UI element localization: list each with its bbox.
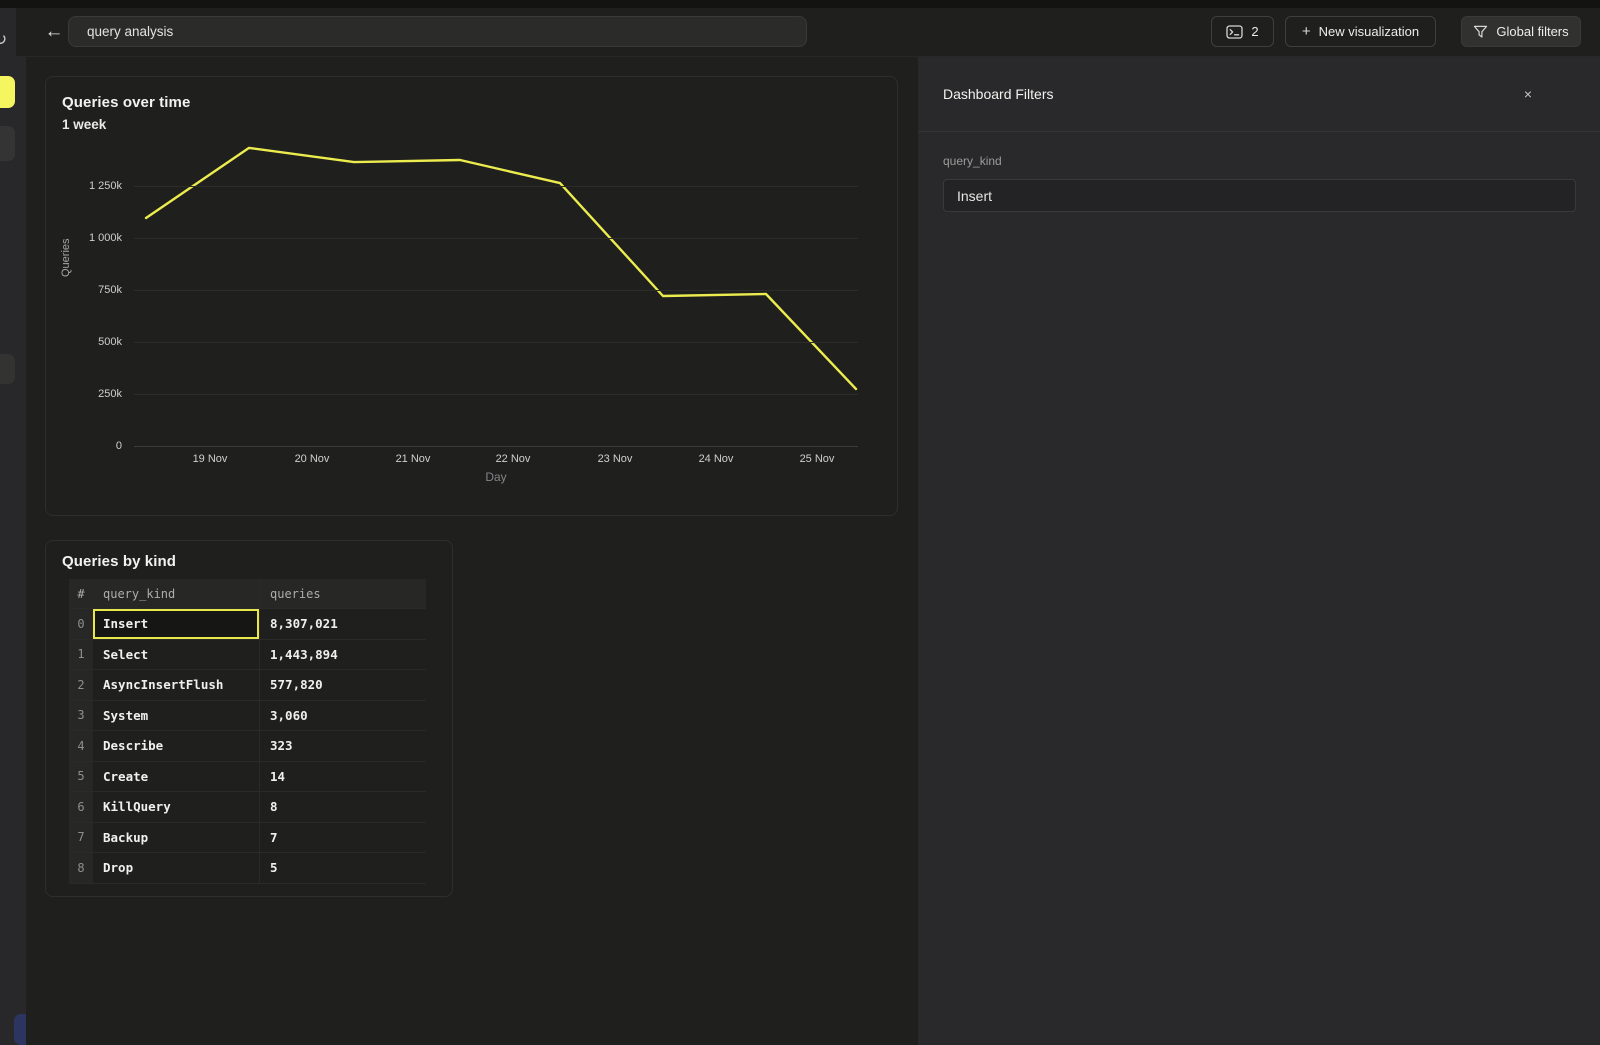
console-icon xyxy=(1226,25,1243,39)
queries-line-series xyxy=(146,148,856,389)
column-header-index: # xyxy=(69,579,93,608)
table-row: 3System3,060 xyxy=(69,701,426,732)
close-panel-button[interactable]: × xyxy=(1518,84,1538,104)
query-kind-filter-input[interactable] xyxy=(943,179,1576,212)
console-queries-button[interactable]: 2 xyxy=(1211,16,1274,47)
row-index-cell: 7 xyxy=(69,823,93,853)
row-index-cell: 2 xyxy=(69,670,93,700)
table-row: 7Backup7 xyxy=(69,823,426,854)
left-sidebar-rail: ↻ xyxy=(0,8,26,1045)
row-index-cell: 1 xyxy=(69,640,93,670)
chart-plot-area[interactable] xyxy=(134,126,858,446)
sidebar-item[interactable] xyxy=(0,354,15,384)
x-axis-baseline xyxy=(134,446,858,447)
x-tick-label: 23 Nov xyxy=(580,453,650,465)
column-header-queries: queries xyxy=(259,579,426,608)
new-visualization-button[interactable]: + New visualization xyxy=(1285,16,1436,47)
table-row: 4Describe323 xyxy=(69,731,426,762)
filter-field-label: query_kind xyxy=(943,154,1002,168)
table-row: 6KillQuery8 xyxy=(69,792,426,823)
top-toolbar: ← 2 + New visualization Global filters xyxy=(16,8,1600,57)
query-kind-cell[interactable]: AsyncInsertFlush xyxy=(93,670,259,700)
sidebar-item-bottom[interactable] xyxy=(14,1014,26,1045)
query-kind-cell[interactable]: Describe xyxy=(93,731,259,761)
dashboard-title-input[interactable] xyxy=(68,16,807,47)
y-tick-label: 1 250k xyxy=(52,180,122,192)
y-gridline xyxy=(134,394,858,395)
global-filters-label: Global filters xyxy=(1496,24,1568,39)
row-index-cell: 4 xyxy=(69,731,93,761)
filters-panel-title: Dashboard Filters xyxy=(943,86,1054,102)
x-tick-label: 21 Nov xyxy=(378,453,448,465)
y-tick-label: 250k xyxy=(52,388,122,400)
dashboard-filters-panel: Dashboard Filters × query_kind xyxy=(918,57,1600,1045)
back-arrow-icon: ← xyxy=(45,21,64,43)
dashboard-canvas: Queries over time 1 week 1 250k1 000k750… xyxy=(26,57,918,1045)
panel-divider xyxy=(918,131,1600,132)
table-header-row: # query_kind queries xyxy=(69,579,426,609)
table-row: 1Select1,443,894 xyxy=(69,640,426,671)
queries-over-time-card: Queries over time 1 week 1 250k1 000k750… xyxy=(45,76,898,516)
query-kind-cell[interactable]: Drop xyxy=(93,853,259,883)
queries-table: # query_kind queries 0Insert8,307,0211Se… xyxy=(69,579,426,884)
global-filters-button[interactable]: Global filters xyxy=(1461,16,1581,47)
y-gridline xyxy=(134,342,858,343)
chart-x-axis: 19 Nov 20 Nov 21 Nov 22 Nov 23 Nov 24 Nov 25 N… xyxy=(134,453,858,469)
y-gridline xyxy=(134,186,858,187)
table-row: 5Create14 xyxy=(69,762,426,793)
table-row: 0Insert8,307,021 xyxy=(69,609,426,640)
query-kind-cell[interactable]: KillQuery xyxy=(93,792,259,822)
table-row: 8Drop5 xyxy=(69,853,426,884)
x-tick-label: 25 Nov xyxy=(782,453,852,465)
queries-value-cell[interactable]: 577,820 xyxy=(259,670,426,700)
column-header-query-kind: query_kind xyxy=(93,579,259,608)
table-row: 2AsyncInsertFlush577,820 xyxy=(69,670,426,701)
queries-value-cell[interactable]: 3,060 xyxy=(259,701,426,731)
row-index-cell: 0 xyxy=(69,609,93,639)
y-gridline xyxy=(134,238,858,239)
queries-value-cell[interactable]: 5 xyxy=(259,853,426,883)
row-index-cell: 3 xyxy=(69,701,93,731)
plus-icon: + xyxy=(1302,23,1311,40)
y-tick-label: 0 xyxy=(52,440,122,452)
chart-y-axis-title: Queries xyxy=(60,238,72,277)
sidebar-item-active-dashboard[interactable] xyxy=(0,76,15,108)
close-icon: × xyxy=(1524,86,1532,102)
chart-y-axis: 1 250k1 000k750k500k250k0 xyxy=(46,126,128,446)
sidebar-item[interactable] xyxy=(0,126,15,161)
funnel-icon xyxy=(1473,25,1488,39)
queries-by-kind-card: Queries by kind # query_kind queries 0In… xyxy=(45,540,453,897)
chart-title: Queries over time xyxy=(62,94,190,111)
chart-x-axis-title: Day xyxy=(134,470,858,484)
query-kind-cell[interactable]: Backup xyxy=(93,823,259,853)
x-tick-label: 19 Nov xyxy=(175,453,245,465)
x-tick-label: 22 Nov xyxy=(478,453,548,465)
queries-value-cell[interactable]: 7 xyxy=(259,823,426,853)
query-kind-cell[interactable]: Create xyxy=(93,762,259,792)
queries-value-cell[interactable]: 323 xyxy=(259,731,426,761)
row-index-cell: 6 xyxy=(69,792,93,822)
query-kind-cell[interactable]: Select xyxy=(93,640,259,670)
query-kind-cell-selected[interactable]: Insert xyxy=(93,609,259,639)
app-window: ↻ ← 2 + New visualization Global filters xyxy=(0,0,1600,1045)
table-title: Queries by kind xyxy=(62,553,176,570)
queries-value-cell[interactable]: 14 xyxy=(259,762,426,792)
console-count: 2 xyxy=(1251,24,1258,39)
new-visualization-label: New visualization xyxy=(1319,24,1419,39)
queries-value-cell[interactable]: 1,443,894 xyxy=(259,640,426,670)
y-tick-label: 750k xyxy=(52,284,122,296)
queries-value-cell[interactable]: 8 xyxy=(259,792,426,822)
history-icon[interactable]: ↻ xyxy=(0,30,7,50)
row-index-cell: 5 xyxy=(69,762,93,792)
x-tick-label: 20 Nov xyxy=(277,453,347,465)
queries-table-body: 0Insert8,307,0211Select1,443,8942AsyncIn… xyxy=(69,609,426,884)
y-tick-label: 500k xyxy=(52,336,122,348)
queries-value-cell[interactable]: 8,307,021 xyxy=(259,609,426,639)
y-gridline xyxy=(134,290,858,291)
row-index-cell: 8 xyxy=(69,853,93,883)
back-button[interactable]: ← xyxy=(38,11,70,53)
query-kind-cell[interactable]: System xyxy=(93,701,259,731)
x-tick-label: 24 Nov xyxy=(681,453,751,465)
